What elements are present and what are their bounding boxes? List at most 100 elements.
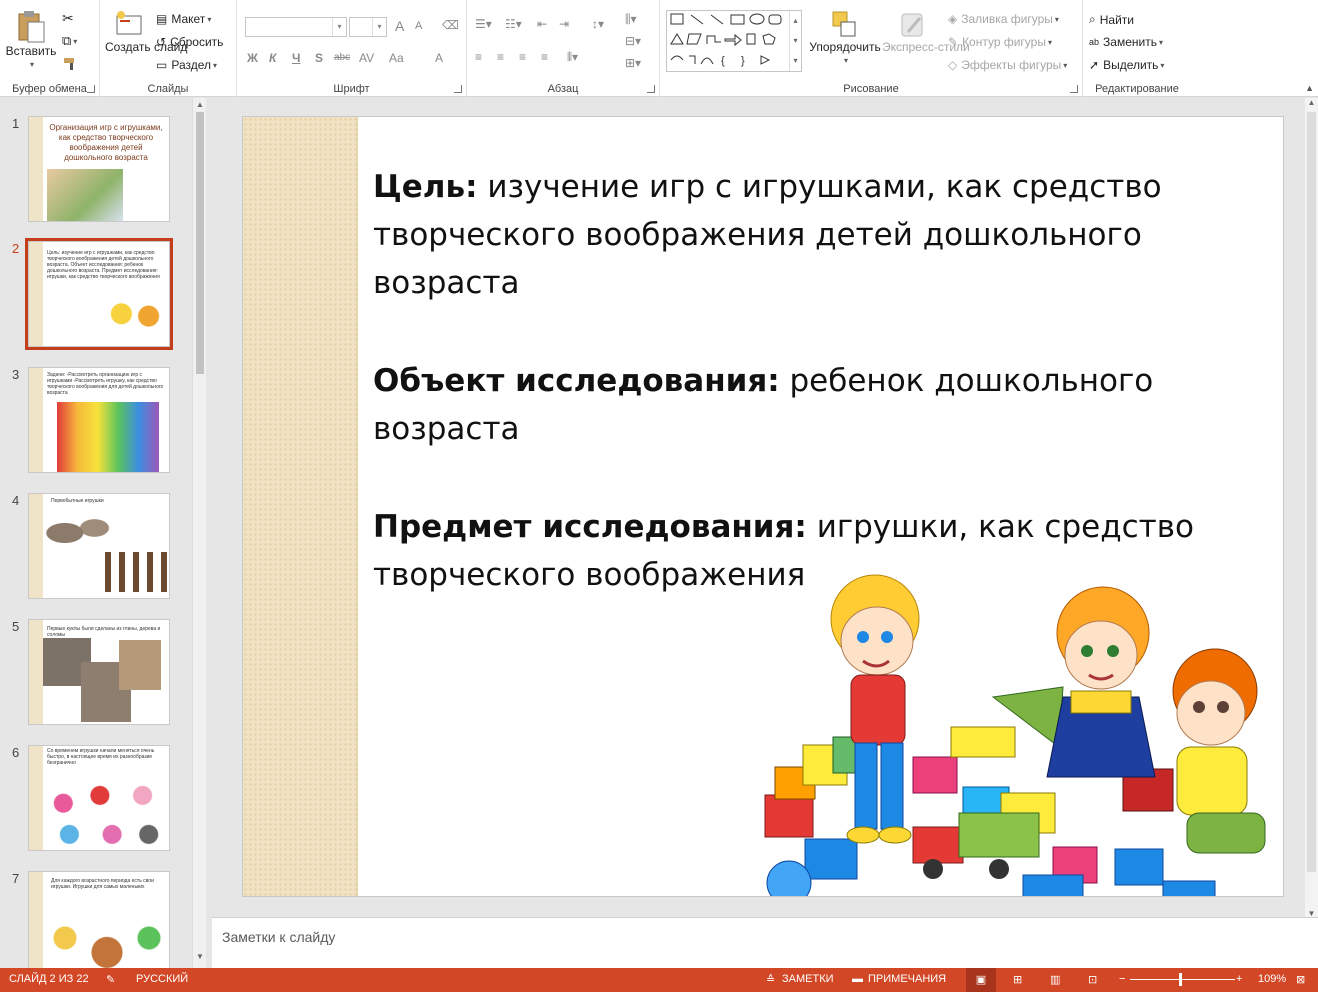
font-color-button[interactable]: A	[435, 51, 443, 65]
object-paragraph[interactable]: Объект исследования: ребенок дошкольного…	[373, 357, 1253, 453]
font-size-combo[interactable]: ▾	[349, 17, 387, 37]
grow-font-icon[interactable]: A	[395, 18, 404, 34]
thumbnail-slide-5[interactable]: Первые куклы были сделаны из глины, дере…	[28, 619, 170, 725]
zoom-out-icon[interactable]: −	[1119, 973, 1125, 985]
select-button[interactable]: ➚ Выделить ▾	[1089, 58, 1164, 72]
notes-toggle-icon[interactable]: ≙	[766, 973, 775, 986]
reading-view-icon[interactable]: ▥	[1050, 973, 1060, 986]
drawing-group: {} ▴ ▾ ▾ Упорядочить ▾ Экспресс-стили ◈ Зал…	[660, 0, 1083, 97]
current-slide[interactable]: Цель: изучение игр с игрушками, как сред…	[242, 116, 1284, 897]
format-painter-button[interactable]	[62, 56, 78, 70]
columns-icon[interactable]: ⫴▾	[567, 50, 578, 65]
section-button[interactable]: ▭ Раздел ▾	[156, 58, 217, 72]
align-text-icon[interactable]: ⊟▾	[625, 34, 641, 48]
paragraph-group-label: Абзац	[547, 83, 579, 95]
thumbnail-slide-2[interactable]: Цель: изучение игр с игрушками, как сред…	[25, 238, 173, 350]
increase-indent-icon[interactable]: ⇥	[559, 17, 569, 31]
subject-label: Предмет исследования:	[373, 509, 807, 545]
normal-view-icon[interactable]: ▣	[966, 968, 996, 992]
slideshow-icon[interactable]: ⊡	[1088, 973, 1097, 986]
char-spacing-button[interactable]: AV	[359, 51, 374, 65]
thumbnail-slide-7[interactable]: Для каждого возрастного периода есть сво…	[28, 871, 170, 968]
paste-button[interactable]: Вставить ▾	[6, 10, 56, 72]
font-launcher[interactable]	[454, 85, 462, 93]
zoom-in-icon[interactable]: +	[1236, 973, 1242, 985]
bullets-icon[interactable]: ☰▾	[475, 17, 492, 31]
shape-outline-label: Контур фигуры	[962, 35, 1046, 49]
comments-toggle-icon[interactable]: ▬	[852, 973, 863, 985]
scroll-thumb[interactable]	[196, 112, 204, 374]
goal-paragraph[interactable]: Цель: изучение игр с игрушками, как сред…	[373, 163, 1253, 307]
justify-icon[interactable]: ≡	[541, 50, 548, 64]
clear-format-icon[interactable]: ⌫	[442, 18, 459, 32]
underline-button[interactable]: Ч	[292, 51, 300, 65]
pen-icon: ✎	[948, 35, 959, 49]
slide-sorter-icon[interactable]: ⊞	[1013, 973, 1022, 986]
thumbnail-row[interactable]: 7 Для каждого возрастного периода есть с…	[0, 871, 195, 968]
shape-effects-button[interactable]: ◇ Эффекты фигуры ▾	[948, 58, 1067, 72]
smartart-icon[interactable]: ⊞▾	[625, 56, 641, 70]
thumbnail-slide-3[interactable]: Задачи: -Рассмотреть организацию игр с и…	[28, 367, 170, 473]
cut-button[interactable]: ✂	[62, 10, 74, 27]
zoom-level[interactable]: 109%	[1258, 973, 1286, 985]
quick-styles-button[interactable]: Экспресс-стили	[880, 10, 970, 54]
find-button[interactable]: ⌕ Найти	[1089, 12, 1134, 27]
thumbnail-number: 2	[12, 241, 20, 256]
scroll-up-arrow[interactable]: ▲	[1305, 98, 1318, 107]
change-case-button[interactable]: Aa	[389, 51, 404, 65]
thumbnail-row[interactable]: 4 Первобытные игрушки	[0, 493, 195, 605]
binoculars-icon: ⌕	[1089, 12, 1096, 26]
drawing-launcher[interactable]	[1070, 85, 1078, 93]
scroll-up-arrow[interactable]: ▲	[193, 100, 207, 112]
align-left-icon[interactable]: ≡	[475, 50, 482, 64]
thumbnail-row[interactable]: 2 Цель: изучение игр с игрушками, как ср…	[0, 238, 195, 353]
shrink-font-icon[interactable]: A	[415, 20, 422, 32]
shape-outline-button[interactable]: ✎ Контур фигуры ▾	[948, 35, 1052, 49]
comments-toggle-button[interactable]: ПРИМЕЧАНИЯ	[868, 973, 946, 985]
align-right-icon[interactable]: ≡	[519, 50, 526, 64]
thumbnail-row[interactable]: 5 Первые куклы были сделаны из глины, де…	[0, 619, 195, 731]
scroll-down-arrow[interactable]: ▼	[193, 952, 207, 964]
thumbnail-slide-4[interactable]: Первобытные игрушки	[28, 493, 170, 599]
new-slide-button[interactable]: Создать слайд	[104, 10, 187, 54]
shapes-gallery[interactable]: {} ▴ ▾ ▾	[666, 10, 802, 72]
font-name-combo[interactable]: ▾	[245, 17, 347, 37]
thumbnail-text: Первые куклы были сделаны из глины, дере…	[47, 626, 161, 638]
notes-toggle-button[interactable]: ЗАМЕТКИ	[782, 973, 834, 985]
replace-button[interactable]: ab Заменить ▾	[1089, 35, 1163, 49]
decrease-indent-icon[interactable]: ⇤	[537, 17, 547, 31]
editor-scrollbar[interactable]: ▲ ▼	[1305, 98, 1318, 918]
zoom-slider[interactable]	[1130, 979, 1235, 980]
collapse-ribbon-icon[interactable]: ▲	[1305, 83, 1314, 93]
thumbnail-slide-1[interactable]: Организация игр с игрушками, как средств…	[28, 116, 170, 222]
thumbnail-slide-6[interactable]: Со временем игрушки начали меняться очен…	[28, 745, 170, 851]
language-indicator[interactable]: РУССКИЙ	[136, 973, 188, 985]
italic-button[interactable]: К	[269, 51, 276, 65]
shadow-button[interactable]: S	[315, 51, 323, 65]
thumbnail-row[interactable]: 1 Организация игр с игрушками, как средс…	[0, 116, 195, 228]
thumbnail-number: 1	[12, 116, 20, 131]
scroll-thumb[interactable]	[1307, 112, 1316, 872]
align-center-icon[interactable]: ≡	[497, 50, 504, 64]
thumbnail-row[interactable]: 3 Задачи: -Рассмотреть организацию игр с…	[0, 367, 195, 479]
shape-fill-button[interactable]: ◈ Заливка фигуры ▾	[948, 12, 1059, 26]
zoom-slider-knob[interactable]	[1179, 973, 1182, 986]
thumbnails-scrollbar[interactable]: ▲ ▼	[192, 98, 206, 968]
arrange-button[interactable]: Упорядочить ▾	[806, 10, 884, 68]
layout-button[interactable]: ▤ Макет ▾	[156, 12, 211, 26]
paragraph-group: ☰▾ ☷▾ ⇤ ⇥ ↕▾ ⫼▾ ⊟▾ ⊞▾ ≡ ≡ ≡ ≡ ⫴▾ Абзац	[467, 0, 660, 97]
copy-button[interactable]: ⧉ ▾	[62, 33, 77, 49]
strikethrough-button[interactable]: abc	[334, 52, 350, 63]
numbering-icon[interactable]: ☷▾	[505, 17, 522, 31]
spell-check-icon[interactable]: ✎	[106, 973, 115, 986]
paragraph-launcher[interactable]	[647, 85, 655, 93]
clipboard-launcher[interactable]	[87, 85, 95, 93]
notes-pane[interactable]: Заметки к слайду	[212, 917, 1318, 968]
reset-button[interactable]: ↺ Сбросить	[156, 35, 223, 49]
fit-to-window-icon[interactable]: ⊠	[1296, 973, 1305, 986]
line-spacing-icon[interactable]: ↕▾	[592, 17, 604, 31]
thumbnail-row[interactable]: 6 Со временем игрушки начали меняться оч…	[0, 745, 195, 857]
find-label: Найти	[1099, 12, 1134, 27]
text-direction-icon[interactable]: ⫼▾	[625, 12, 637, 27]
bold-button[interactable]: Ж	[247, 51, 258, 65]
